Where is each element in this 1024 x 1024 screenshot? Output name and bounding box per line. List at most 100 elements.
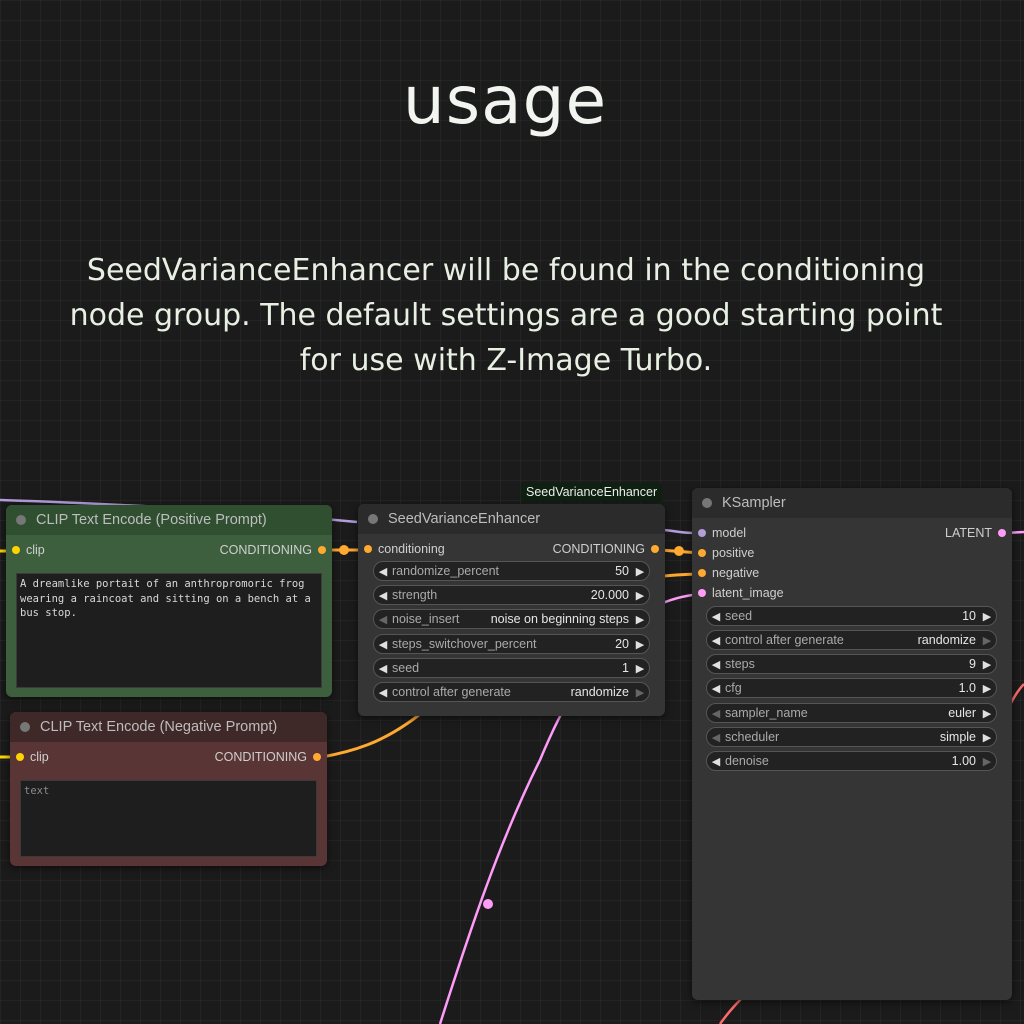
widget-sampler-name[interactable]: ◀ sampler_name euler ▶ bbox=[706, 703, 997, 723]
increment-arrow-icon[interactable]: ▶ bbox=[631, 662, 649, 675]
collapse-dot-icon[interactable] bbox=[368, 514, 378, 524]
node-header[interactable]: SeedVarianceEnhancer bbox=[358, 504, 665, 534]
io-row: model LATENT bbox=[692, 523, 1012, 543]
widget-name: seed bbox=[392, 661, 420, 675]
model-input-slot[interactable] bbox=[698, 529, 706, 537]
widget-control-after-generate[interactable]: ◀ control after generate randomize ▶ bbox=[706, 630, 997, 650]
io-row: conditioning CONDITIONING bbox=[358, 539, 665, 559]
negative-input-slot[interactable] bbox=[698, 569, 706, 577]
positive-input-slot[interactable] bbox=[698, 549, 706, 557]
widget-scheduler[interactable]: ◀ scheduler simple ▶ bbox=[706, 727, 997, 747]
widget-name: control after generate bbox=[725, 633, 844, 647]
widget-value: 10 bbox=[962, 609, 976, 623]
clip-input-slot[interactable] bbox=[12, 546, 20, 554]
decrement-arrow-icon[interactable]: ◀ bbox=[374, 613, 392, 626]
widget-name: randomize_percent bbox=[392, 564, 500, 578]
decrement-arrow-icon[interactable]: ◀ bbox=[374, 565, 392, 578]
decrement-arrow-icon[interactable]: ◀ bbox=[707, 634, 725, 647]
increment-arrow-icon[interactable]: ▶ bbox=[978, 658, 996, 671]
node-header[interactable]: CLIP Text Encode (Negative Prompt) bbox=[10, 712, 327, 742]
increment-arrow-icon[interactable]: ▶ bbox=[631, 686, 649, 699]
increment-arrow-icon[interactable]: ▶ bbox=[978, 682, 996, 695]
conditioning-output-slot[interactable] bbox=[651, 545, 659, 553]
conditioning-output-slot[interactable] bbox=[313, 753, 321, 761]
widget-name: seed bbox=[725, 609, 753, 623]
node-header[interactable]: KSampler bbox=[692, 488, 1012, 518]
output-label: CONDITIONING bbox=[219, 543, 312, 557]
latent-output-slot[interactable] bbox=[998, 529, 1006, 537]
widget-cfg[interactable]: ◀ cfg 1.0 ▶ bbox=[706, 678, 997, 698]
decrement-arrow-icon[interactable]: ◀ bbox=[707, 731, 725, 744]
prompt-text-area[interactable]: A dreamlike portait of an anthropromoric… bbox=[16, 573, 322, 688]
widget-strength[interactable]: ◀ strength 20.000 ▶ bbox=[373, 585, 650, 605]
increment-arrow-icon[interactable]: ▶ bbox=[978, 610, 996, 623]
decrement-arrow-icon[interactable]: ◀ bbox=[707, 755, 725, 768]
increment-arrow-icon[interactable]: ▶ bbox=[631, 565, 649, 578]
widget-control-after-generate[interactable]: ◀ control after generate randomize ▶ bbox=[373, 682, 650, 702]
decrement-arrow-icon[interactable]: ◀ bbox=[707, 707, 725, 720]
headline: usage bbox=[402, 62, 608, 139]
widget-randomize-percent[interactable]: ◀ randomize_percent 50 ▶ bbox=[373, 561, 650, 581]
widget-name: scheduler bbox=[725, 730, 780, 744]
node-title: CLIP Text Encode (Negative Prompt) bbox=[40, 719, 278, 735]
widget-name: denoise bbox=[725, 754, 769, 768]
widget-value: randomize bbox=[570, 685, 629, 699]
node-title: KSampler bbox=[722, 495, 786, 511]
input-label: clip bbox=[26, 543, 45, 557]
widget-value: randomize bbox=[917, 633, 976, 647]
input-label: latent_image bbox=[712, 586, 784, 600]
seed-variance-enhancer-node[interactable]: SeedVarianceEnhancer conditioning CONDIT… bbox=[358, 504, 665, 716]
output-label: CONDITIONING bbox=[552, 542, 645, 556]
decrement-arrow-icon[interactable]: ◀ bbox=[374, 662, 392, 675]
widget-denoise[interactable]: ◀ denoise 1.00 ▶ bbox=[706, 751, 997, 771]
decrement-arrow-icon[interactable]: ◀ bbox=[707, 682, 725, 695]
increment-arrow-icon[interactable]: ▶ bbox=[631, 638, 649, 651]
positive-prompt-node[interactable]: CLIP Text Encode (Positive Prompt) clip … bbox=[6, 505, 332, 697]
decrement-arrow-icon[interactable]: ◀ bbox=[707, 610, 725, 623]
increment-arrow-icon[interactable]: ▶ bbox=[631, 589, 649, 602]
collapse-dot-icon[interactable] bbox=[16, 515, 26, 525]
widget-value: 20 bbox=[615, 637, 629, 651]
wire-midpoint bbox=[674, 546, 684, 556]
vae-wire bbox=[1008, 683, 1024, 706]
widget-noise-insert[interactable]: ◀ noise_insert noise on beginning steps … bbox=[373, 609, 650, 629]
widget-seed[interactable]: ◀ seed 10 ▶ bbox=[706, 606, 997, 626]
input-label: positive bbox=[712, 546, 755, 560]
decrement-arrow-icon[interactable]: ◀ bbox=[374, 638, 392, 651]
increment-arrow-icon[interactable]: ▶ bbox=[978, 755, 996, 768]
model-wire-right bbox=[663, 528, 695, 535]
collapse-dot-icon[interactable] bbox=[20, 722, 30, 732]
collapse-dot-icon[interactable] bbox=[702, 498, 712, 508]
conditioning-input-slot[interactable] bbox=[364, 545, 372, 553]
increment-arrow-icon[interactable]: ▶ bbox=[978, 707, 996, 720]
widget-steps-switchover-percent[interactable]: ◀ steps_switchover_percent 20 ▶ bbox=[373, 634, 650, 654]
latent-image-input-slot[interactable] bbox=[698, 589, 706, 597]
clip-input-slot[interactable] bbox=[16, 753, 24, 761]
prompt-text-area[interactable]: text bbox=[20, 780, 317, 857]
io-row: clip CONDITIONING bbox=[10, 747, 327, 767]
increment-arrow-icon[interactable]: ▶ bbox=[978, 731, 996, 744]
increment-arrow-icon[interactable]: ▶ bbox=[631, 613, 649, 626]
widget-value: noise on beginning steps bbox=[490, 612, 629, 626]
description-text: SeedVarianceEnhancer will be found in th… bbox=[69, 253, 943, 378]
input-label: negative bbox=[712, 566, 760, 580]
group-tag[interactable]: SeedVarianceEnhancer bbox=[521, 483, 663, 502]
ksampler-node[interactable]: KSampler model LATENT positive negative … bbox=[692, 488, 1012, 1000]
node-title: CLIP Text Encode (Positive Prompt) bbox=[36, 512, 267, 528]
negative-prompt-node[interactable]: CLIP Text Encode (Negative Prompt) clip … bbox=[10, 712, 327, 866]
wire-midpoint bbox=[339, 545, 349, 555]
node-header[interactable]: CLIP Text Encode (Positive Prompt) bbox=[6, 505, 332, 535]
decrement-arrow-icon[interactable]: ◀ bbox=[707, 658, 725, 671]
widget-value: simple bbox=[939, 730, 976, 744]
widget-steps[interactable]: ◀ steps 9 ▶ bbox=[706, 654, 997, 674]
output-label: LATENT bbox=[945, 526, 992, 540]
conditioning-output-slot[interactable] bbox=[318, 546, 326, 554]
decrement-arrow-icon[interactable]: ◀ bbox=[374, 686, 392, 699]
widget-value: 1.0 bbox=[958, 681, 976, 695]
input-label: conditioning bbox=[378, 542, 445, 556]
widget-seed[interactable]: ◀ seed 1 ▶ bbox=[373, 658, 650, 678]
increment-arrow-icon[interactable]: ▶ bbox=[978, 634, 996, 647]
widget-value: 1 bbox=[622, 661, 629, 675]
io-row: clip CONDITIONING bbox=[6, 540, 332, 560]
decrement-arrow-icon[interactable]: ◀ bbox=[374, 589, 392, 602]
